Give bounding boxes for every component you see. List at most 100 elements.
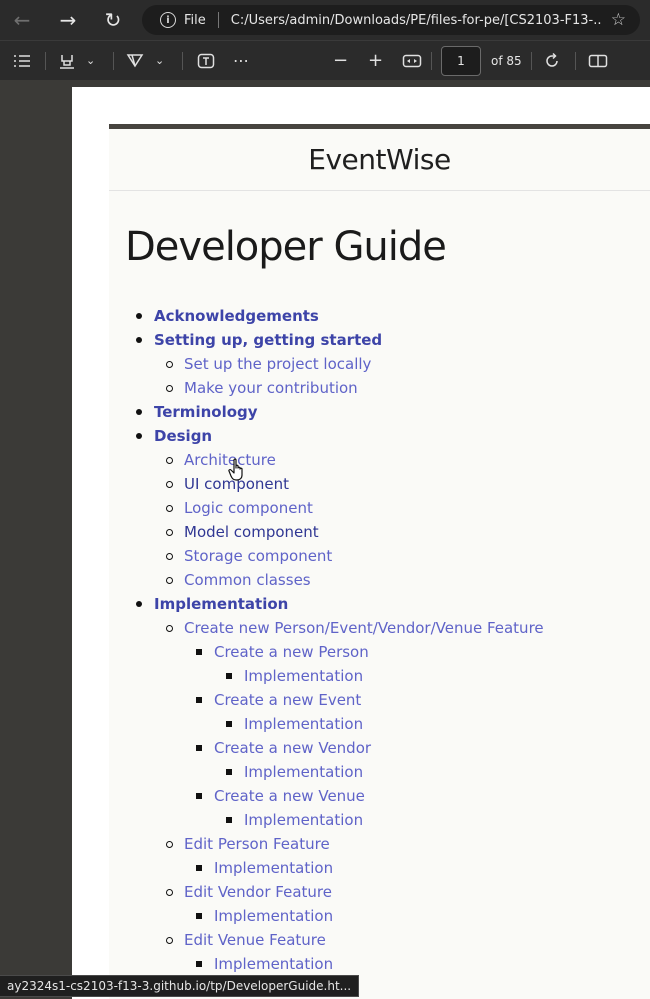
arrow-right-icon: → (59, 8, 77, 32)
info-icon[interactable]: i (160, 12, 176, 28)
toc-link[interactable]: Make your contribution (184, 376, 358, 400)
toc-link[interactable]: Implementation (214, 952, 333, 976)
toolbar-divider (531, 52, 532, 70)
toc-link[interactable]: Implementation (244, 808, 363, 832)
square-bullet-icon (226, 769, 232, 775)
hand-cursor-icon (228, 458, 243, 481)
draw-dropdown[interactable]: ⌄ (155, 41, 164, 80)
square-bullet-icon (196, 865, 202, 871)
circle-bullet-icon (166, 480, 173, 488)
arrow-left-icon: ← (13, 8, 31, 32)
circle-bullet-icon (166, 624, 173, 632)
toc-link[interactable]: Implementation (244, 664, 363, 688)
toolbar-divider (431, 52, 432, 70)
square-bullet-icon (196, 697, 202, 703)
square-bullet-icon (226, 817, 232, 823)
url-field[interactable]: i File C:/Users/admin/Downloads/PE/files… (142, 5, 640, 35)
refresh-icon: ↻ (104, 8, 122, 32)
toc-link[interactable]: Implementation (214, 904, 333, 928)
pdf-toolbar: ⌄ ⌄ ⋯ − + 1 of 85 (0, 40, 650, 80)
back-button[interactable]: ← (0, 0, 44, 40)
circle-bullet-icon (166, 360, 173, 368)
highlighter-icon (60, 54, 74, 69)
favorite-star-icon[interactable]: ☆ (611, 10, 626, 30)
contents-button[interactable] (13, 41, 31, 80)
url-text[interactable]: C:/Users/admin/Downloads/PE/files-for-pe… (231, 13, 601, 28)
page-view-button[interactable] (588, 41, 608, 80)
square-bullet-icon (196, 793, 202, 799)
toolbar-divider (575, 52, 576, 70)
circle-bullet-icon (166, 576, 173, 584)
rotate-button[interactable] (543, 41, 561, 80)
draw-button[interactable] (126, 41, 144, 80)
pen-icon (126, 53, 144, 67)
toc-link[interactable]: Edit Venue Feature (184, 928, 326, 952)
link-status-bar: ay2324s1-cs2103-f13-3.github.io/tp/Devel… (0, 975, 360, 997)
toc-link[interactable]: Create a new Vendor (214, 736, 371, 760)
toc-link[interactable]: Common classes (184, 568, 311, 592)
list-icon (14, 54, 30, 67)
browser-address-bar: ← → ↻ i File C:/Users/admin/Downloads/PE… (0, 0, 650, 40)
toc-link[interactable]: Setting up, getting started (154, 328, 382, 352)
page-number-input[interactable]: 1 (441, 46, 481, 76)
toolbar-divider (182, 52, 183, 70)
zoom-in-button[interactable]: + (368, 41, 383, 80)
toc-link[interactable]: Terminology (154, 400, 258, 424)
rotate-icon (546, 52, 558, 67)
toc-link[interactable]: Edit Vendor Feature (184, 880, 332, 904)
disc-bullet-icon (136, 409, 142, 415)
text-button[interactable] (197, 41, 215, 80)
toc-link[interactable]: Implementation (154, 592, 288, 616)
file-scheme-label: File (184, 12, 206, 28)
plus-icon: + (368, 50, 384, 71)
circle-bullet-icon (166, 456, 173, 464)
disc-bullet-icon (136, 433, 142, 439)
fit-width-icon (402, 54, 422, 67)
toc-link[interactable]: Create a new Event (214, 688, 361, 712)
toc-link[interactable]: Create a new Venue (214, 784, 365, 808)
chevron-down-icon: ⌄ (86, 54, 96, 67)
square-bullet-icon (226, 721, 232, 727)
toc-link[interactable]: Model component (184, 520, 319, 544)
toc-link[interactable]: Storage component (184, 544, 332, 568)
square-bullet-icon (196, 913, 202, 919)
circle-bullet-icon (166, 504, 173, 512)
fit-page-button[interactable] (402, 41, 422, 80)
square-bullet-icon (196, 745, 202, 751)
toc-link[interactable]: Implementation (244, 760, 363, 784)
toc-link[interactable]: Logic component (184, 496, 313, 520)
disc-bullet-icon (136, 601, 142, 607)
toc-link[interactable]: Implementation (214, 856, 333, 880)
square-bullet-icon (196, 649, 202, 655)
circle-bullet-icon (166, 888, 173, 896)
pdf-page: EventWise Developer Guide Acknowledgemen… (72, 87, 650, 999)
refresh-button[interactable]: ↻ (91, 0, 135, 40)
highlight-button[interactable] (58, 41, 76, 80)
more-icon: ⋯ (233, 51, 249, 70)
page-content: EventWise Developer Guide Acknowledgemen… (109, 124, 650, 999)
text-box-icon (197, 53, 215, 68)
more-options-button[interactable]: ⋯ (233, 41, 249, 80)
toc-link[interactable]: Design (154, 424, 212, 448)
highlight-dropdown[interactable]: ⌄ (86, 41, 95, 80)
circle-bullet-icon (166, 528, 173, 536)
toc-link[interactable]: Edit Person Feature (184, 832, 330, 856)
toc-link[interactable]: Set up the project locally (184, 352, 371, 376)
circle-bullet-icon (166, 552, 173, 560)
zoom-out-button[interactable]: − (333, 41, 348, 80)
chevron-down-icon: ⌄ (155, 54, 165, 67)
toc-link[interactable]: Implementation (244, 712, 363, 736)
toc-link[interactable]: Create a new Person (214, 640, 369, 664)
circle-bullet-icon (166, 384, 173, 392)
toc-link[interactable]: Create new Person/Event/Vendor/Venue Fea… (184, 616, 544, 640)
disc-bullet-icon (136, 337, 142, 343)
two-page-icon (588, 54, 608, 67)
square-bullet-icon (196, 961, 202, 967)
toolbar-divider (113, 52, 114, 70)
minus-icon: − (333, 50, 349, 71)
toc-link[interactable]: Acknowledgements (154, 304, 319, 328)
forward-button[interactable]: → (46, 0, 90, 40)
circle-bullet-icon (166, 936, 173, 944)
disc-bullet-icon (136, 313, 142, 319)
page-heading: Developer Guide (125, 224, 447, 270)
